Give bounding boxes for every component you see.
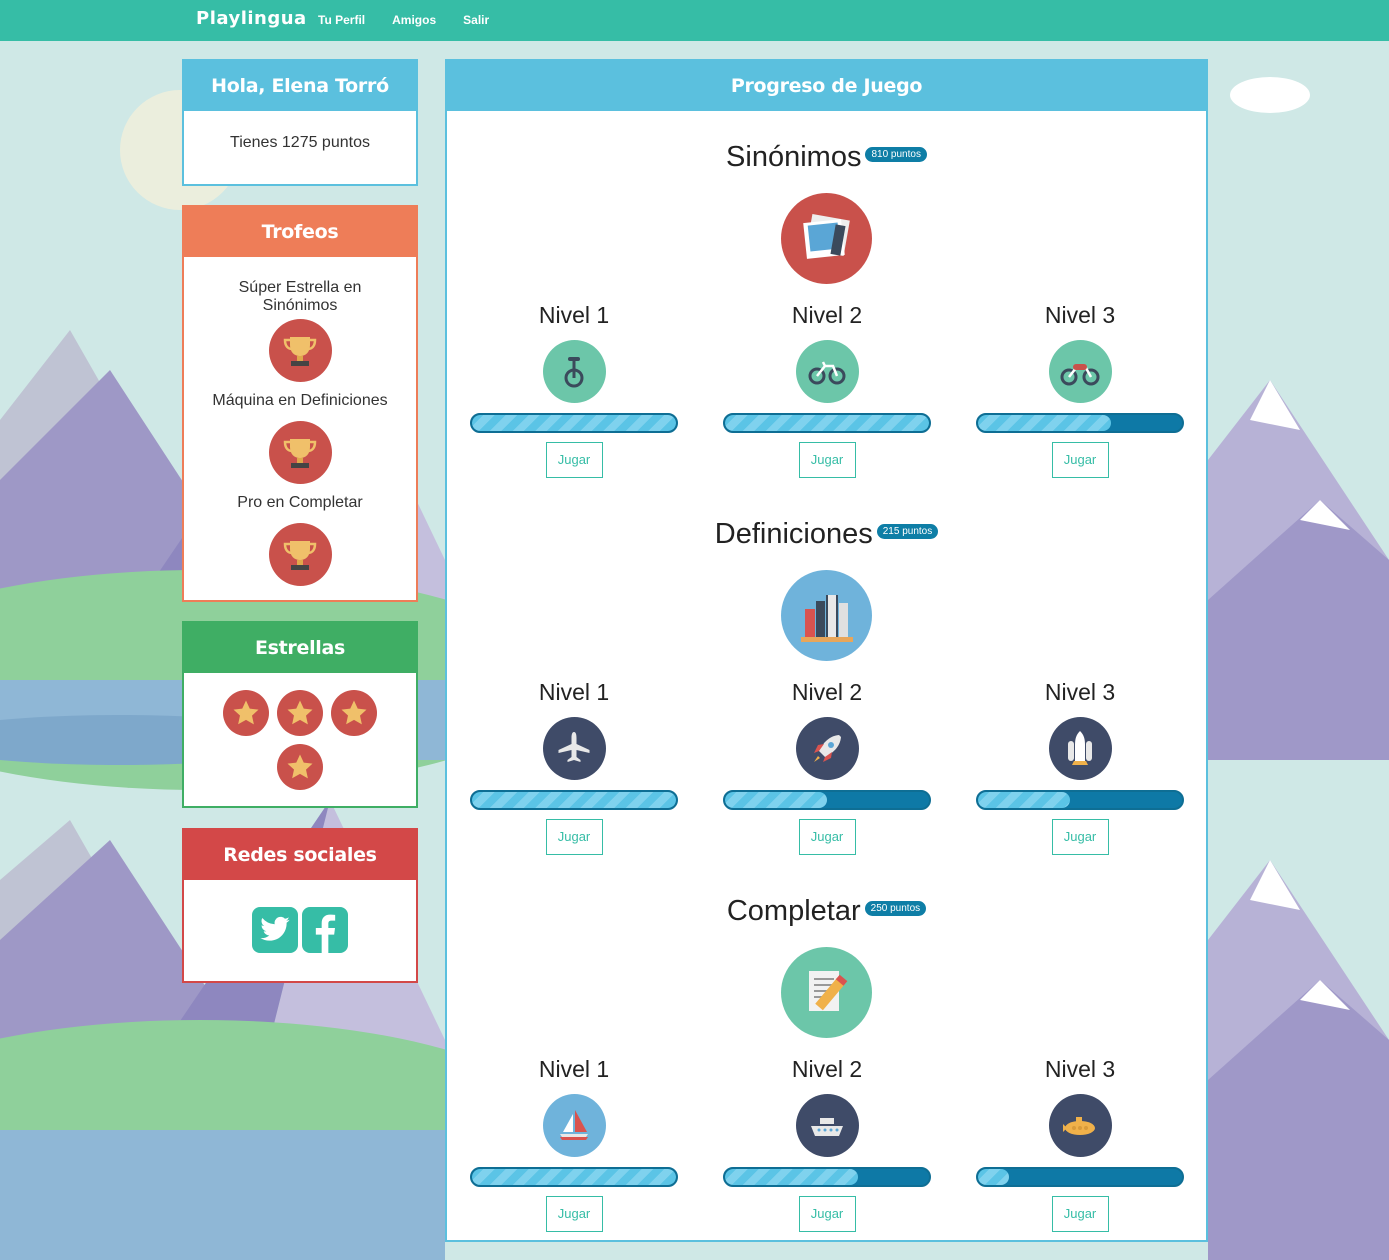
level-card: Nivel 2 Jugar <box>722 302 932 478</box>
trophy-label: Pro en Completar <box>237 494 363 511</box>
progress-bar <box>976 1167 1184 1187</box>
nav-links: Tu Perfil Amigos Salir <box>318 13 516 27</box>
stars-panel: Estrellas <box>182 621 418 808</box>
progress-bar <box>976 413 1184 433</box>
photos-icon <box>781 193 872 284</box>
brand-logo[interactable]: Playlingua <box>196 8 307 29</box>
play-button[interactable]: Jugar <box>798 1196 856 1232</box>
level-name: Nivel 2 <box>791 302 863 328</box>
level-card: Nivel 3 Jugar <box>975 1056 1185 1232</box>
level-name: Nivel 3 <box>1044 1056 1116 1082</box>
books-icon <box>781 570 872 661</box>
progress-bar <box>470 790 678 810</box>
navbar: Playlingua Tu Perfil Amigos Salir <box>0 0 1389 41</box>
progress-bar <box>470 1167 678 1187</box>
space-shuttle-icon <box>1048 717 1112 780</box>
trophy-label: Máquina en Definiciones <box>212 392 388 409</box>
play-button[interactable]: Jugar <box>545 819 603 855</box>
level-card: Nivel 2 Jugar <box>722 679 932 855</box>
progress-bar-fill <box>725 1169 858 1185</box>
level-card: Nivel 3 Jugar <box>975 302 1185 478</box>
level-card: Nivel 1 Jugar <box>469 302 679 478</box>
progress-bar <box>723 413 931 433</box>
nav-link-friends[interactable]: Amigos <box>392 13 436 27</box>
level-name: Nivel 3 <box>1044 679 1116 705</box>
progress-bar-fill <box>978 1169 1009 1185</box>
play-button[interactable]: Jugar <box>545 1196 603 1232</box>
star-icon <box>277 690 323 736</box>
motorcycle-icon <box>1048 340 1112 403</box>
progress-bar <box>976 790 1184 810</box>
trophy-icon <box>268 319 332 382</box>
trophy-icon <box>268 421 332 484</box>
game-title-sinonimos: Sinónimos 810 puntos <box>0 141 1389 174</box>
level-card: Nivel 3 Jugar <box>975 679 1185 855</box>
progress-bar-fill <box>472 415 676 431</box>
game-title-definiciones: Definiciones 215 puntos <box>0 518 1389 551</box>
rocket-icon <box>795 717 859 780</box>
level-name: Nivel 2 <box>791 1056 863 1082</box>
sailboat-icon <box>542 1094 606 1157</box>
stars-grid <box>215 673 385 798</box>
progress-bar-fill <box>725 415 929 431</box>
game-points-badge: 810 puntos <box>865 146 927 162</box>
star-icon <box>223 690 269 736</box>
unicycle-icon <box>542 340 606 403</box>
progress-bar <box>470 413 678 433</box>
star-icon <box>277 744 323 790</box>
ship-icon <box>795 1094 859 1157</box>
play-button[interactable]: Jugar <box>545 442 603 478</box>
stars-title: Estrellas <box>184 623 416 673</box>
trophies-title: Trofeos <box>184 207 416 257</box>
play-button[interactable]: Jugar <box>798 819 856 855</box>
nav-link-logout[interactable]: Salir <box>463 13 489 27</box>
progress-bar <box>723 1167 931 1187</box>
level-card: Nivel 2 Jugar <box>722 1056 932 1232</box>
game-name: Sinónimos <box>726 141 862 173</box>
progress-bar-fill <box>978 792 1070 808</box>
game-name: Completar <box>726 895 861 927</box>
bicycle-icon <box>795 340 859 403</box>
trophy-label: Súper Estrella en Sinónimos <box>238 279 362 314</box>
airplane-icon <box>542 717 606 780</box>
submarine-icon <box>1048 1094 1112 1157</box>
play-button[interactable]: Jugar <box>1051 819 1109 855</box>
play-button[interactable]: Jugar <box>1051 1196 1109 1232</box>
play-button[interactable]: Jugar <box>798 442 856 478</box>
level-name: Nivel 3 <box>1044 302 1116 328</box>
level-card: Nivel 1 Jugar <box>469 1056 679 1232</box>
play-button[interactable]: Jugar <box>1051 442 1109 478</box>
greeting-title: Hola, Elena Torró <box>184 61 416 111</box>
progress-bar-fill <box>725 792 827 808</box>
level-name: Nivel 2 <box>791 679 863 705</box>
progress-bar-fill <box>978 415 1111 431</box>
nav-link-profile[interactable]: Tu Perfil <box>318 13 365 27</box>
game-title-completar: Completar 250 puntos <box>0 895 1389 928</box>
social-title: Redes sociales <box>184 830 416 880</box>
progress-bar <box>723 790 931 810</box>
notepad-pencil-icon <box>781 947 872 1038</box>
game-name: Definiciones <box>714 518 873 550</box>
progress-bar-fill <box>472 792 676 808</box>
star-icon <box>331 690 377 736</box>
level-name: Nivel 1 <box>538 302 610 328</box>
level-name: Nivel 1 <box>538 679 610 705</box>
level-name: Nivel 1 <box>538 1056 610 1082</box>
progress-bar-fill <box>472 1169 676 1185</box>
progress-title: Progreso de Juego <box>447 61 1206 111</box>
game-points-badge: 250 puntos <box>864 900 927 916</box>
level-card: Nivel 1 Jugar <box>469 679 679 855</box>
game-points-badge: 215 puntos <box>876 523 939 539</box>
